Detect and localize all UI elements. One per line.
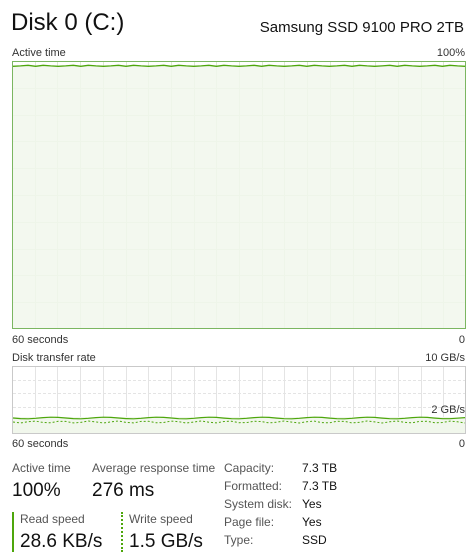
transfer-graph-label: Disk transfer rate: [12, 352, 96, 364]
read-speed-indicator: [12, 512, 14, 552]
write-speed-indicator: [121, 512, 123, 552]
formatted-value: 7.3 TB: [302, 479, 338, 493]
write-speed-label: Write speed: [129, 512, 193, 526]
response-time-value: 276 ms: [92, 480, 155, 501]
transfer-max-label: 10 GB/s: [425, 352, 465, 364]
type-value: SSD: [302, 533, 327, 547]
read-speed-label: Read speed: [20, 512, 85, 526]
active-time-min-label: 0: [458, 334, 465, 346]
capacity-value: 7.3 TB: [302, 461, 338, 475]
active-time-stat-value: 100%: [12, 480, 61, 501]
read-speed-value: 28.6 KB/s: [20, 531, 103, 552]
active-time-stat-label: Active time: [12, 461, 71, 475]
capacity-label: Capacity:: [224, 461, 275, 475]
formatted-label: Formatted:: [224, 479, 283, 493]
transfer-graph: [12, 366, 466, 434]
transfer-span-label: 60 seconds: [12, 438, 69, 450]
disk-model: Samsung SSD 9100 PRO 2TB: [259, 19, 464, 36]
response-time-label: Average response time: [92, 461, 216, 475]
active-time-max-label: 100%: [436, 47, 465, 59]
active-time-graph-label: Active time: [12, 47, 66, 59]
transfer-min-label: 0: [458, 438, 465, 450]
active-time-area: [13, 65, 465, 329]
type-label: Type:: [224, 533, 254, 547]
system-disk-value: Yes: [302, 497, 322, 511]
active-time-graph: [12, 61, 466, 329]
transfer-mid-label: 2 GB/s: [431, 404, 465, 416]
page-file-value: Yes: [302, 515, 322, 529]
page-file-label: Page file:: [224, 515, 275, 529]
write-speed-value: 1.5 GB/s: [129, 531, 203, 552]
active-time-span-label: 60 seconds: [12, 334, 69, 346]
disk-title: Disk 0 (C:): [11, 9, 125, 36]
system-disk-label: System disk:: [224, 497, 293, 511]
